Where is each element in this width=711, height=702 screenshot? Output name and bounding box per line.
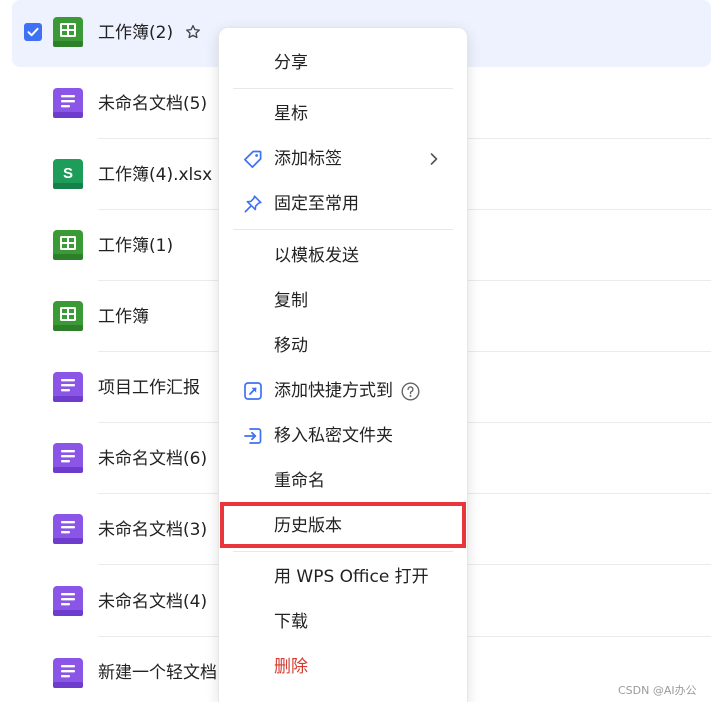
help-circle-icon[interactable]	[401, 382, 420, 401]
document-icon	[53, 586, 83, 616]
file-name[interactable]: 工作簿(2)	[98, 22, 173, 44]
tag-icon	[243, 149, 263, 169]
xlsx-icon: S	[53, 159, 83, 189]
move-in-icon	[243, 426, 263, 446]
file-name[interactable]: 未命名文档(5)	[98, 93, 207, 115]
menu-item-label: 移动	[274, 336, 308, 356]
menu-item-label: 以模板发送	[274, 246, 359, 266]
spreadsheet-icon	[53, 17, 83, 47]
highlight-annotation-box	[220, 502, 466, 548]
menu-item-move[interactable]: 移动	[219, 326, 467, 366]
menu-item-label: 星标	[274, 104, 308, 124]
file-name[interactable]: 未命名文档(3)	[98, 519, 207, 541]
menu-item-label: 用 WPS Office 打开	[274, 567, 429, 587]
menu-item-pin[interactable]: 固定至常用	[219, 184, 467, 224]
file-name[interactable]: 工作簿(4).xlsx	[98, 164, 212, 186]
watermark: CSDN @AI办公	[618, 684, 697, 697]
menu-item-label: 移入私密文件夹	[274, 426, 393, 446]
menu-item-label: 删除	[274, 657, 308, 677]
file-name[interactable]: 工作簿	[98, 306, 149, 328]
file-name[interactable]: 工作簿(1)	[98, 235, 173, 257]
svg-text:S: S	[63, 165, 73, 182]
menu-item-label: 固定至常用	[274, 194, 359, 214]
spreadsheet-icon	[53, 301, 83, 331]
document-icon	[53, 372, 83, 402]
menu-item-delete[interactable]: 删除	[219, 647, 467, 687]
file-browser: 工作簿(2) 未命名文档(5) S 工作簿(4).xlsx 工作簿(1) 工作簿…	[0, 0, 711, 702]
menu-item-add-tag[interactable]: 添加标签	[219, 139, 467, 179]
menu-item-label: 分享	[274, 53, 308, 73]
menu-item-label: 下载	[274, 612, 308, 632]
document-icon	[53, 514, 83, 544]
file-name[interactable]: 新建一个轻文档	[98, 662, 217, 684]
menu-divider	[233, 551, 453, 552]
shortcut-icon	[243, 381, 263, 401]
menu-divider	[233, 229, 453, 230]
file-name[interactable]: 项目工作汇报	[98, 377, 200, 399]
menu-item-rename[interactable]: 重命名	[219, 461, 467, 501]
checkbox-checked[interactable]	[24, 23, 42, 41]
menu-item-label: 复制	[274, 291, 308, 311]
chevron-right-icon	[427, 151, 441, 167]
file-name[interactable]: 未命名文档(6)	[98, 448, 207, 470]
document-icon	[53, 88, 83, 118]
document-icon	[53, 658, 83, 688]
menu-item-send-as-template[interactable]: 以模板发送	[219, 236, 467, 276]
spreadsheet-icon	[53, 230, 83, 260]
menu-item-share[interactable]: 分享	[219, 43, 467, 83]
star-outline-icon[interactable]	[185, 24, 201, 40]
document-icon	[53, 443, 83, 473]
menu-item-add-shortcut[interactable]: 添加快捷方式到	[219, 371, 467, 411]
menu-item-copy[interactable]: 复制	[219, 281, 467, 321]
menu-item-label: 添加标签	[274, 149, 342, 169]
file-name[interactable]: 未命名文档(4)	[98, 591, 207, 613]
menu-item-open-with-wps[interactable]: 用 WPS Office 打开	[219, 557, 467, 597]
menu-item-label: 重命名	[274, 471, 325, 491]
menu-divider	[233, 88, 453, 89]
pin-icon	[243, 194, 263, 214]
context-menu: 分享 星标 添加标签 固定至常用 以模板发送 复制 移动 添加快捷方式到 移入私…	[218, 27, 468, 702]
menu-item-label: 添加快捷方式到	[274, 381, 393, 401]
menu-item-download[interactable]: 下载	[219, 602, 467, 642]
menu-item-star[interactable]: 星标	[219, 94, 467, 134]
menu-item-move-to-private[interactable]: 移入私密文件夹	[219, 416, 467, 456]
